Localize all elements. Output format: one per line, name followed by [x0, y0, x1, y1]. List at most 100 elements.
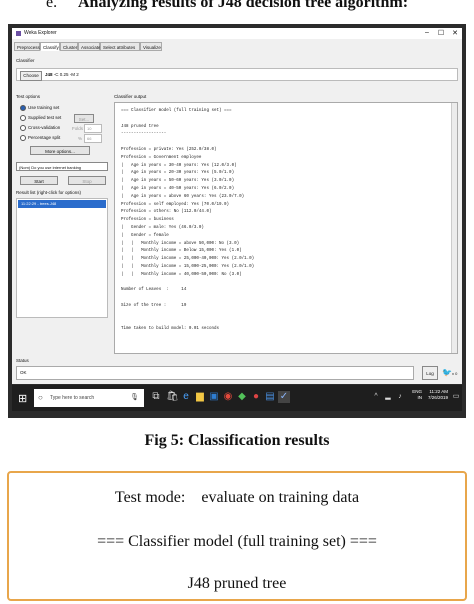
windows-start-icon[interactable]: ⊞ — [18, 392, 27, 405]
heading-title: Analyzing results of J48 decision tree a… — [78, 0, 409, 11]
class-attribute-select[interactable]: (Nom) Do you use internet banking — [16, 162, 108, 171]
output-line: | Age in years = 50-60 years: Yes (3.0/1… — [121, 179, 235, 184]
output-line: | | Monthly income = above 50,000: No (3… — [121, 241, 240, 246]
log-button[interactable]: Log — [422, 366, 438, 380]
classifier-output-label: Classifier output — [114, 94, 147, 99]
supplied-test-set-label: Supplied test set — [28, 115, 62, 120]
output-line: | | Monthly income = Below 15,000: Yes (… — [121, 249, 242, 254]
text-box: Test mode: evaluate on training data ===… — [7, 471, 467, 601]
folds-field[interactable]: 10 — [84, 124, 102, 133]
file-explorer-icon[interactable]: ▆ — [194, 391, 206, 403]
output-line: | Age in years = 20-30 years: Yes (5.0/1… — [121, 171, 235, 176]
close-button[interactable]: ✕ — [450, 29, 460, 37]
heading-letter: e. — [46, 0, 58, 11]
output-line: J48 pruned tree — [121, 124, 159, 129]
classifier-config[interactable]: J48 -C 0.25 -M 2 — [45, 72, 79, 77]
status-label: Status — [16, 358, 29, 363]
output-line: Profession = private: Yes (252.0/38.0) — [121, 148, 217, 152]
output-line: | Age in years = 40-50 years: Yes (6.0/2… — [121, 187, 235, 191]
language-indicator[interactable]: ENG IN — [406, 389, 422, 401]
output-line: Profession = Government employee — [121, 155, 202, 160]
percentage-field[interactable]: 66 — [84, 134, 102, 143]
output-line: Profession = business — [121, 218, 174, 223]
output-line: Profession = self employed: Yes (70.0/19… — [121, 202, 230, 207]
percentage-split-option[interactable]: Percentage split — [20, 134, 60, 142]
clock-date: 7/26/2019 — [427, 395, 448, 400]
classifier-bar: Choose J48 -C 0.25 -M 2 — [16, 68, 458, 81]
weka-explorer-window: Weka Explorer – ☐ ✕ Preprocess Classify … — [12, 28, 462, 384]
use-training-set-option[interactable]: Use training set — [20, 104, 59, 112]
app-icon-red[interactable]: ● — [250, 391, 262, 403]
choose-button[interactable]: Choose — [20, 71, 42, 81]
set-button[interactable]: Set... — [74, 114, 94, 123]
output-line: | Gender = male: Yes (46.0/3.0) — [121, 226, 204, 230]
tray-up-arrow-icon[interactable]: ^ — [370, 391, 382, 403]
output-line: ------------------ — [121, 132, 167, 137]
radio-icon — [20, 124, 26, 131]
region-code: IN — [417, 395, 423, 400]
weka-app-icon — [16, 31, 21, 36]
cross-validation-option[interactable]: Cross-validation — [20, 124, 60, 132]
result-list-label: Result list (right-click for options) — [16, 190, 82, 195]
network-icon[interactable]: ▂ — [382, 391, 394, 403]
test-mode-label: Test mode: — [114, 489, 186, 506]
output-line: | Gender = female — [121, 233, 169, 238]
maximize-button[interactable]: ☐ — [436, 29, 446, 37]
weka-taskbar-icon[interactable]: ✓ — [278, 391, 290, 403]
supplied-test-set-option[interactable]: Supplied test set — [20, 114, 61, 122]
more-options-button[interactable]: More options... — [30, 146, 90, 155]
output-line: | Age in years = above 60 years: Yes (23… — [121, 194, 245, 199]
status-bar: OK — [16, 366, 414, 380]
classifier-name: J48 — [45, 72, 53, 77]
radio-icon — [20, 114, 26, 121]
tab-preprocess[interactable]: Preprocess — [14, 42, 40, 51]
percent-symbol: % — [78, 136, 83, 141]
edge-icon[interactable]: e — [180, 391, 192, 403]
tab-associate[interactable]: Associate — [78, 42, 101, 51]
result-list: 11:22:29 - trees.J48 — [16, 198, 108, 318]
status-count: x 0 — [451, 371, 458, 376]
start-button[interactable]: Start — [20, 176, 58, 185]
test-options-label: Test options — [16, 94, 41, 99]
percentage-split-label: Percentage split — [28, 135, 61, 140]
windows-taskbar: ⊞ ○ Type here to search 🎙 ⧉ 🛍 e ▆ ▣ ◉ ◆ … — [12, 385, 462, 411]
cross-validation-label: Cross-validation — [28, 125, 61, 130]
chrome-icon[interactable]: ◉ — [222, 391, 234, 403]
task-view-icon[interactable]: ⧉ — [150, 391, 162, 403]
tab-visualize[interactable]: Visualize — [140, 42, 162, 51]
weka-bird-icon[interactable]: 🐦x 0 — [442, 368, 457, 377]
tab-cluster[interactable]: Cluster — [60, 42, 78, 51]
search-placeholder: Type here to search — [50, 395, 95, 401]
app-icon-green[interactable]: ◆ — [236, 391, 248, 403]
minimize-button[interactable]: – — [422, 29, 432, 36]
test-mode-line: Test mode: evaluate on training data — [9, 489, 465, 507]
notification-icon[interactable]: ▭ — [450, 391, 462, 403]
taskbar-search-input[interactable]: ○ Type here to search 🎙 — [34, 389, 144, 407]
stop-button[interactable]: Stop — [68, 176, 106, 185]
figure-caption: Fig 5: Classification results — [144, 432, 330, 449]
store-icon[interactable]: 🛍 — [166, 391, 179, 403]
clock[interactable]: 11:22 AM 7/26/2019 — [424, 389, 448, 401]
tab-classify[interactable]: Classify — [40, 42, 60, 51]
window-title: Weka Explorer — [24, 30, 57, 36]
tab-select-attributes[interactable]: Select attributes — [100, 42, 140, 51]
output-line: Profession = others: No (112.0/44.0) — [121, 210, 212, 215]
output-line: | | Monthly income = 25,000-40,000: Yes … — [121, 257, 255, 262]
output-line: | | Monthly income = 15,000-25,000: Yes … — [121, 265, 255, 269]
output-line: Number of Leaves : 14 — [121, 288, 187, 293]
microphone-icon[interactable]: 🎙 — [130, 389, 139, 407]
classifier-output[interactable]: === Classifier model (full training set)… — [114, 102, 458, 354]
app-icon-blue[interactable]: ▤ — [264, 391, 276, 403]
result-list-item[interactable]: 11:22:29 - trees.J48 — [18, 200, 106, 208]
word-icon[interactable]: ▣ — [208, 391, 220, 403]
model-header-line: === Classifier model (full training set)… — [97, 533, 377, 550]
radio-icon — [20, 134, 26, 141]
volume-icon[interactable]: ♪ — [394, 391, 406, 403]
search-icon: ○ — [38, 393, 43, 402]
classifier-section-label: Classifier — [16, 58, 35, 63]
classifier-options: -C 0.25 -M 2 — [53, 72, 79, 77]
use-training-set-label: Use training set — [28, 105, 60, 110]
section-heading: e. Analyzing results of J48 decision tre… — [0, 0, 474, 16]
output-scrollbar[interactable] — [451, 103, 457, 353]
tree-title-line: J48 pruned tree — [187, 575, 287, 592]
